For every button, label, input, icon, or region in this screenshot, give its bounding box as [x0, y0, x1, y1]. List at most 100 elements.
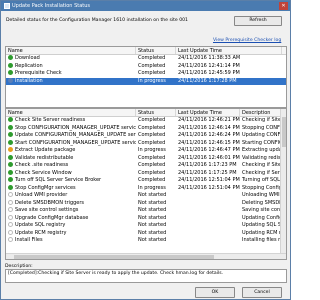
table-row[interactable]: Stop CONFIGURATION_MANAGER_UPDATE servic…	[6, 124, 286, 133]
cell-text: Stop ConfigMgr services	[15, 184, 76, 191]
vertical-scrollbar[interactable]	[280, 109, 286, 259]
check-icon	[8, 139, 13, 145]
table-row[interactable]: Installation In progress 24/11/2016 1:17:2…	[6, 77, 286, 86]
cell-text: Extract Update package	[15, 147, 76, 153]
cell-desc: Validating redistr	[242, 154, 282, 161]
cell-time: 24/11/2016 12:51:04 PM	[178, 177, 240, 183]
cell-desc: Checking if Site S	[242, 117, 282, 123]
cell-desc: Stopping ConfigM	[242, 184, 282, 191]
cell-time	[176, 207, 240, 215]
cell-text: Upgrade ConfigMgr database	[15, 214, 89, 221]
check-icon	[8, 177, 13, 182]
table-row[interactable]: Upgrade ConfigMgr database Not started Upd…	[6, 214, 286, 223]
table-row[interactable]: Extract Update package In progress 24/11/2…	[6, 147, 286, 155]
cell-text: Unload WMI provider	[15, 192, 68, 198]
table-row[interactable]: Save site control settings Not started Sav…	[6, 207, 286, 215]
cancel-button[interactable]: Cancel	[242, 287, 282, 298]
table-row[interactable]: Stop ConfigMgr services In progress 24/11/…	[6, 184, 286, 193]
description-box[interactable]: [Completed]:Checking if Site Server is r…	[5, 269, 287, 283]
prerequisite-log-link[interactable]: View Prerequisite Checker log	[213, 38, 281, 43]
cell-name: Extract Update package	[6, 147, 136, 155]
column-header-time[interactable]: Last Update Time	[176, 109, 240, 116]
column-header-description[interactable]: Description	[240, 109, 282, 116]
cell-time: 24/11/2016 12:46:47 PM	[178, 147, 240, 153]
steps-table: Name Status Last Update Time Description…	[5, 108, 287, 260]
cell-status: Not started	[138, 199, 167, 206]
cell-desc: Stopping CONFIG	[242, 124, 282, 131]
cell-desc: Deleting SMSDBM	[242, 199, 282, 206]
cell-name: Stop ConfigMgr services	[6, 184, 136, 193]
refresh-button[interactable]: Refresh	[234, 16, 282, 26]
table-row[interactable]: Update RCM registry Not started Updating R…	[6, 229, 286, 238]
cell-time: 24/11/2016 1:17:28 PM	[178, 77, 237, 84]
cell-text: Prerequisite Check	[15, 70, 62, 76]
cell-desc: Checking if Servic	[242, 169, 282, 176]
steps-header: Name Status Last Update Time Description	[6, 109, 286, 117]
cell-name: Validate redistributable	[6, 154, 136, 163]
cell-text: Check .site readiness	[15, 162, 69, 168]
title-bar: Update Pack Installation Status	[1, 1, 290, 11]
cell-status: Not started	[138, 222, 167, 228]
cell-name: Installation	[6, 77, 136, 86]
table-row[interactable]: Check .site readiness Completed 24/11/2016…	[6, 162, 286, 170]
pending-icon	[8, 192, 13, 197]
cell-text: Update SQL registry	[15, 222, 66, 228]
pending-icon	[8, 199, 13, 205]
cell-desc: Extracting update	[242, 147, 282, 153]
cell-name: Prerequisite Check	[6, 70, 136, 78]
table-row[interactable]: Check Service Window Completed 24/11/2016 …	[6, 169, 286, 178]
cell-status: Completed	[138, 124, 166, 131]
pending-icon	[8, 229, 13, 235]
cell-time: 24/11/2016 12:46:01 PM	[178, 154, 240, 161]
phases-header: Name Status Last Update Time	[6, 47, 286, 55]
cell-text: Stop CONFIGURATION_MANAGER_UPDATE servic…	[15, 124, 136, 131]
cell-status: Completed	[138, 62, 166, 69]
check-icon	[8, 132, 13, 137]
window-icon	[4, 3, 10, 9]
cell-name: Check Service Window	[6, 169, 136, 178]
cell-text: Replication	[15, 62, 43, 69]
phases-table: Name Status Last Update Time Download Com…	[5, 46, 287, 108]
cell-time: 24/11/2016 12:41:14 PM	[178, 62, 240, 69]
cell-time: 24/11/2016 12:46:15 PM	[178, 139, 240, 146]
cell-desc: Turning off SQL S	[242, 177, 282, 183]
cell-name: Stop CONFIGURATION_MANAGER_UPDATE servic…	[6, 124, 136, 133]
cell-desc: Updating CONFIG	[242, 132, 282, 138]
cell-name: Unload WMI provider	[6, 192, 136, 200]
cell-desc: Updating RCM reg	[242, 229, 282, 236]
cell-text: Delete SMSDBMON triggers	[15, 199, 85, 206]
cell-time	[176, 215, 240, 223]
column-header-status[interactable]: Status	[136, 47, 176, 54]
check-icon	[8, 169, 13, 175]
close-icon[interactable]: ✕	[279, 2, 288, 10]
horizontal-scrollbar[interactable]	[6, 253, 286, 259]
check-icon	[8, 124, 13, 130]
table-row[interactable]: Check Site Server readiness Completed 24/1…	[6, 117, 286, 125]
column-header-name[interactable]: Name	[6, 47, 136, 54]
table-row[interactable]: Prerequisite Check Completed 24/11/2016 12…	[6, 70, 286, 78]
table-row[interactable]: Start CONFIGURATION_MANAGER_UPDATE servi…	[6, 139, 286, 148]
cell-desc: Installing files req	[242, 237, 282, 243]
cell-status: Completed	[138, 132, 166, 138]
table-row[interactable]: Download Completed 24/11/2016 11:38:33 AM	[6, 55, 286, 63]
column-header-name[interactable]: Name	[6, 109, 136, 116]
table-row[interactable]: Update SQL registry Not started Updating S…	[6, 222, 286, 230]
table-row[interactable]: Install Files Not started Installing files…	[6, 237, 286, 245]
cell-name: Update CONFIGURATION_MANAGER_UPDATE serv…	[6, 132, 136, 140]
column-header-status[interactable]: Status	[136, 109, 176, 116]
cell-text: Validate redistributable	[15, 154, 74, 161]
table-row[interactable]: Delete SMSDBMON triggers Not started Delet…	[6, 199, 286, 208]
table-row[interactable]: Replication Completed 24/11/2016 12:41:14 …	[6, 62, 286, 71]
cell-time: 24/11/2016 12:45:59 PM	[178, 70, 240, 76]
table-row[interactable]: Update CONFIGURATION_MANAGER_UPDATE serv…	[6, 132, 286, 140]
cell-time	[176, 230, 240, 238]
table-row[interactable]: Unload WMI provider Not started Unloading …	[6, 192, 286, 200]
ok-button[interactable]: OK	[195, 287, 235, 298]
table-row[interactable]: Turn off SQL Server Service Broker Comple…	[6, 177, 286, 185]
cell-status: In progress	[138, 184, 166, 191]
table-row[interactable]: Validate redistributable Completed 24/11/2…	[6, 154, 286, 163]
cell-status: Completed	[138, 139, 166, 146]
cell-name: Check .site readiness	[6, 162, 136, 170]
column-header-time[interactable]: Last Update Time	[176, 47, 282, 54]
cell-time: 24/11/2016 1:17:25 PM	[178, 169, 237, 176]
